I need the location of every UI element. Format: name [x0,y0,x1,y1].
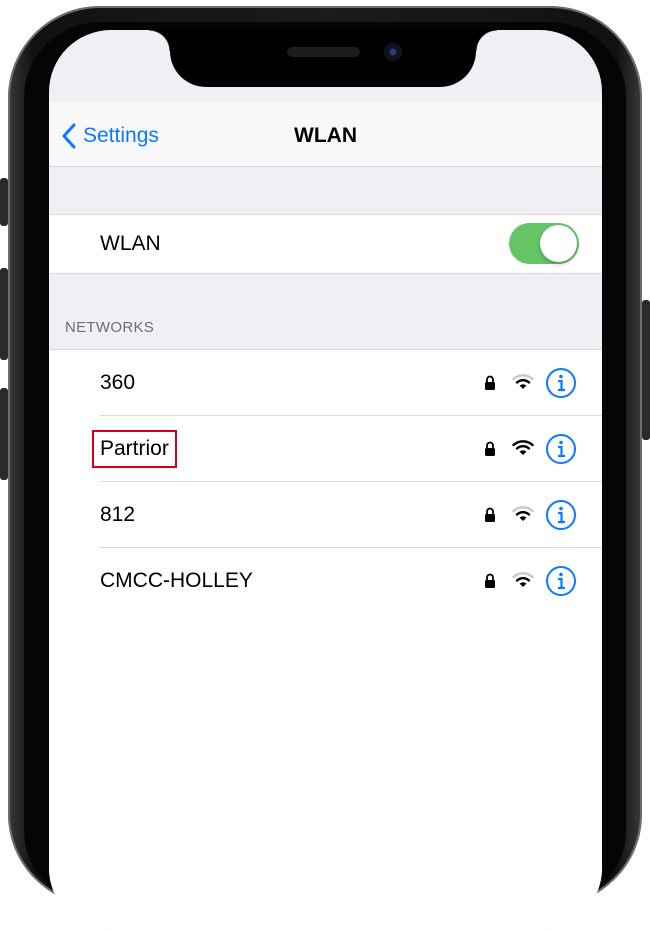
wifi-icon [512,572,534,587]
notch [149,30,497,87]
lock-icon [485,573,495,588]
networks-list: 360 Partrior 812 CMCC-HOLLEY [49,349,602,930]
wifi-icon [512,506,534,521]
info-icon[interactable] [545,565,577,597]
network-row-812[interactable]: 812 [49,482,602,548]
side-button-volume-down [0,388,8,480]
earpiece-speaker [287,47,360,57]
network-row-360[interactable]: 360 [49,350,602,416]
network-row-cmcc-holley[interactable]: CMCC-HOLLEY [49,548,602,614]
network-name: CMCC-HOLLEY [100,569,253,592]
wlan-switch[interactable] [509,223,579,264]
wifi-icon [512,374,534,389]
info-icon[interactable] [545,499,577,531]
info-icon[interactable] [545,433,577,465]
lock-icon [485,441,495,456]
networks-section-header: NETWORKS [65,319,155,336]
network-name-highlighted: Partrior [92,430,177,468]
info-icon[interactable] [545,367,577,399]
network-name: 812 [100,503,136,526]
lock-icon [485,507,495,522]
switch-knob [540,225,577,262]
lock-icon [485,375,495,390]
wlan-toggle-row: WLAN [49,214,602,274]
wifi-icon [512,440,534,455]
side-button-power [642,300,650,440]
wlan-toggle-label: WLAN [100,232,161,255]
side-button-volume-up [0,268,8,360]
page-title: WLAN [294,124,357,147]
navigation-bar: Settings WLAN [49,102,602,167]
front-camera-icon [384,43,402,61]
network-row-partrior[interactable]: Partrior [49,416,602,482]
phone-screen: Settings WLAN WLAN NETWORKS 360 Partrior… [49,30,602,930]
side-button-mute [0,178,8,226]
network-name: 360 [100,371,136,394]
